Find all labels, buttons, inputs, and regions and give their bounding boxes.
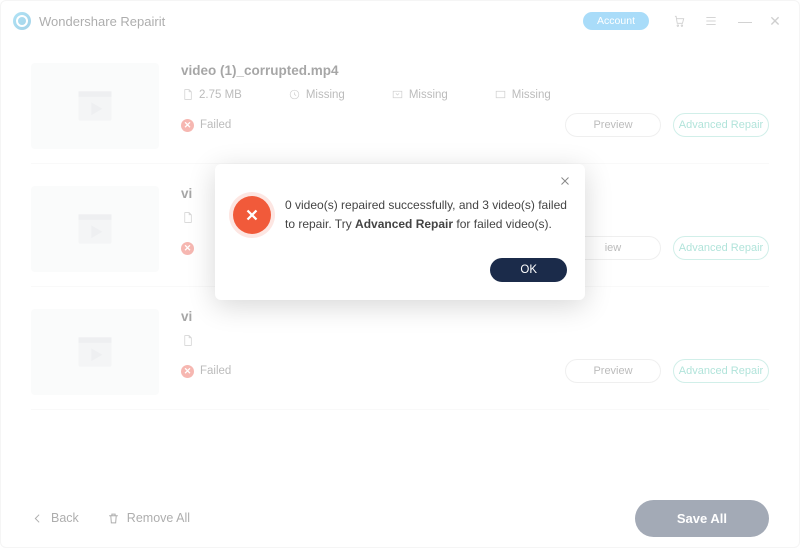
modal-message: 0 video(s) repaired successfully, and 3 …	[285, 196, 567, 233]
close-icon	[559, 175, 571, 187]
modal-close-button[interactable]	[559, 174, 573, 188]
modal-ok-button[interactable]: OK	[490, 258, 567, 282]
result-modal: 0 video(s) repaired successfully, and 3 …	[215, 164, 585, 300]
modal-backdrop: 0 video(s) repaired successfully, and 3 …	[0, 0, 800, 548]
error-icon	[233, 196, 271, 234]
